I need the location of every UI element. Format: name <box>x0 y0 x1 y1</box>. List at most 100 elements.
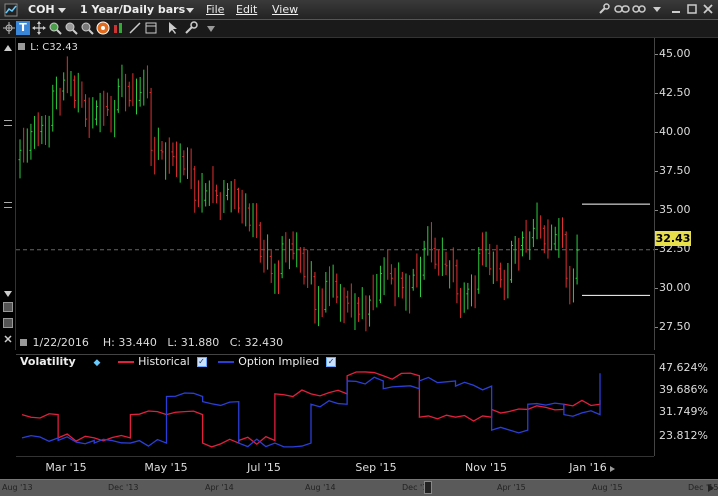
volatility-settings-icon[interactable]: ◆ <box>94 358 101 368</box>
volatility-tick-label: 31.749% <box>659 405 708 418</box>
price-tick-label: 45.00 <box>659 46 691 60</box>
time-tick-label: Sep '15 <box>355 461 397 474</box>
scroll-up-icon[interactable] <box>3 42 13 51</box>
time-tick-label: May '15 <box>144 461 188 474</box>
time-axis[interactable]: Mar '15 May '15 Jul '15 Sep '15 Nov '15 Jan '… <box>16 456 654 476</box>
historical-checkbox[interactable]: ✓ <box>196 357 207 367</box>
price-tick-label: 27.50 <box>659 319 691 333</box>
price-tick-mark <box>655 170 658 172</box>
symbol-label[interactable]: COH <box>28 3 55 16</box>
last-price-label: L: C32.43 <box>18 42 78 53</box>
last-price-badge: 32.43 <box>655 231 691 246</box>
scrollbar-tick-label: Aug '14 <box>305 483 336 492</box>
scrollbar-tick-label: Aug '15 <box>592 483 623 492</box>
last-price-text: L: C32.43 <box>30 42 78 53</box>
price-tick-mark <box>655 92 658 94</box>
reset-zoom-icon[interactable] <box>80 21 94 35</box>
splitter-handle-mid[interactable] <box>4 202 12 208</box>
ohlc-close: C: 32.430 <box>229 336 284 349</box>
panel-close-icon[interactable] <box>3 334 13 344</box>
legend-marker-icon <box>18 43 25 50</box>
time-tick-label: Jan '16 <box>569 461 607 474</box>
time-tick-label: Jul '15 <box>247 461 281 474</box>
maximize-icon[interactable] <box>686 3 698 18</box>
ohlc-date: 1/22/2016 <box>32 336 89 349</box>
implied-checkbox[interactable]: ✓ <box>326 357 337 367</box>
minimize-icon[interactable] <box>670 3 682 18</box>
chart-toolbar: T <box>0 20 718 38</box>
link-icon[interactable] <box>614 3 630 18</box>
volatility-axis[interactable]: 47.624% 39.686% 31.749% 23.812% <box>654 354 718 456</box>
price-tick-label: 37.50 <box>659 163 691 177</box>
scroll-down-icon[interactable] <box>3 288 13 297</box>
scrollbar-tick-label: Apr '14 <box>205 483 234 492</box>
price-tick-label: 42.50 <box>659 85 691 99</box>
draw-line-icon[interactable] <box>128 21 142 35</box>
scrollbar-thumb[interactable] <box>424 481 432 494</box>
app-icon <box>4 3 18 17</box>
tools-icon[interactable] <box>184 21 198 35</box>
menu-view[interactable]: View <box>272 3 298 16</box>
close-icon[interactable] <box>702 3 714 18</box>
historical-label: Historical <box>138 355 190 368</box>
toolbar-more-icon[interactable] <box>204 21 218 35</box>
price-chart[interactable] <box>16 38 654 350</box>
drawing-palette-icon[interactable] <box>96 21 110 35</box>
price-tick-label: 35.00 <box>659 202 691 216</box>
volatility-legend: Volatility ◆ Historical ✓ Option Implied… <box>20 355 337 368</box>
scrollbar-tick-label: Dec '13 <box>108 483 139 492</box>
ohlc-marker-icon <box>20 339 27 346</box>
volatility-chart[interactable] <box>16 368 654 456</box>
timeframe-dropdown-icon[interactable] <box>186 8 194 13</box>
bar-settings-icon[interactable] <box>112 21 126 35</box>
price-tick-mark <box>655 287 658 289</box>
menu-view-label: View <box>272 3 299 16</box>
price-tick-mark <box>655 53 658 55</box>
timeframe-label[interactable]: 1 Year/Daily bars <box>80 3 185 16</box>
implied-label: Option Implied <box>238 355 320 368</box>
pointer-icon[interactable] <box>166 21 180 35</box>
historical-swatch <box>118 361 135 363</box>
volatility-tick-label: 47.624% <box>659 361 708 374</box>
price-tick-mark <box>655 131 658 133</box>
pan-icon[interactable] <box>32 21 46 35</box>
price-tick-mark <box>655 209 658 211</box>
ohlc-low: L: 31.880 <box>167 336 220 349</box>
link-group-icon[interactable] <box>632 3 646 18</box>
zoom-in-icon[interactable] <box>48 21 62 35</box>
menu-file-label: File <box>206 3 225 16</box>
zoom-out-icon[interactable] <box>64 21 78 35</box>
scrollbar-right-icon[interactable] <box>704 482 716 494</box>
implied-swatch <box>218 361 235 363</box>
splitter-handle-top[interactable] <box>4 120 12 126</box>
price-axis[interactable]: 45.00 42.50 40.00 37.50 35.00 32.50 30.00 27.50 <box>654 38 718 350</box>
price-tick-label: 40.00 <box>659 124 691 138</box>
more-icon[interactable] <box>652 3 662 18</box>
text-tool-icon[interactable]: T <box>16 21 30 35</box>
scrollbar-tick-label: Apr '15 <box>497 483 526 492</box>
history-scrollbar[interactable]: Aug '13 Dec '13 Apr '14 Aug '14 Dec '14 Apr '… <box>0 479 718 496</box>
left-control-strip <box>0 38 16 350</box>
menu-file[interactable]: File <box>206 3 224 16</box>
menu-edit[interactable]: Edit <box>236 3 257 16</box>
time-axis-arrow-icon[interactable] <box>608 463 616 472</box>
price-tick-mark <box>655 248 658 250</box>
volatility-title: Volatility <box>20 355 76 368</box>
price-tick-label: 30.00 <box>659 280 691 294</box>
panel-expand-icon[interactable] <box>3 318 13 328</box>
ohlc-high: H: 33.440 <box>102 336 157 349</box>
ohlc-readout: 1/22/2016 H: 33.440 L: 31.880 C: 32.430 <box>20 336 283 349</box>
price-tick-mark <box>655 326 658 328</box>
period-icon[interactable] <box>144 21 158 35</box>
title-bar: COH 1 Year/Daily bars File Edit View <box>0 0 718 20</box>
panel-toggle-icon[interactable] <box>3 302 13 312</box>
symbol-dropdown-icon[interactable] <box>58 8 66 13</box>
scrollbar-tick-label: Aug '13 <box>2 483 33 492</box>
volatility-tick-label: 39.686% <box>659 383 708 396</box>
menu-edit-label: Edit <box>236 3 258 16</box>
time-tick-label: Mar '15 <box>45 461 87 474</box>
wrench-icon[interactable] <box>598 3 610 18</box>
volatility-tick-label: 23.812% <box>659 429 708 442</box>
time-tick-label: Nov '15 <box>465 461 507 474</box>
crosshair-icon[interactable] <box>2 21 16 35</box>
